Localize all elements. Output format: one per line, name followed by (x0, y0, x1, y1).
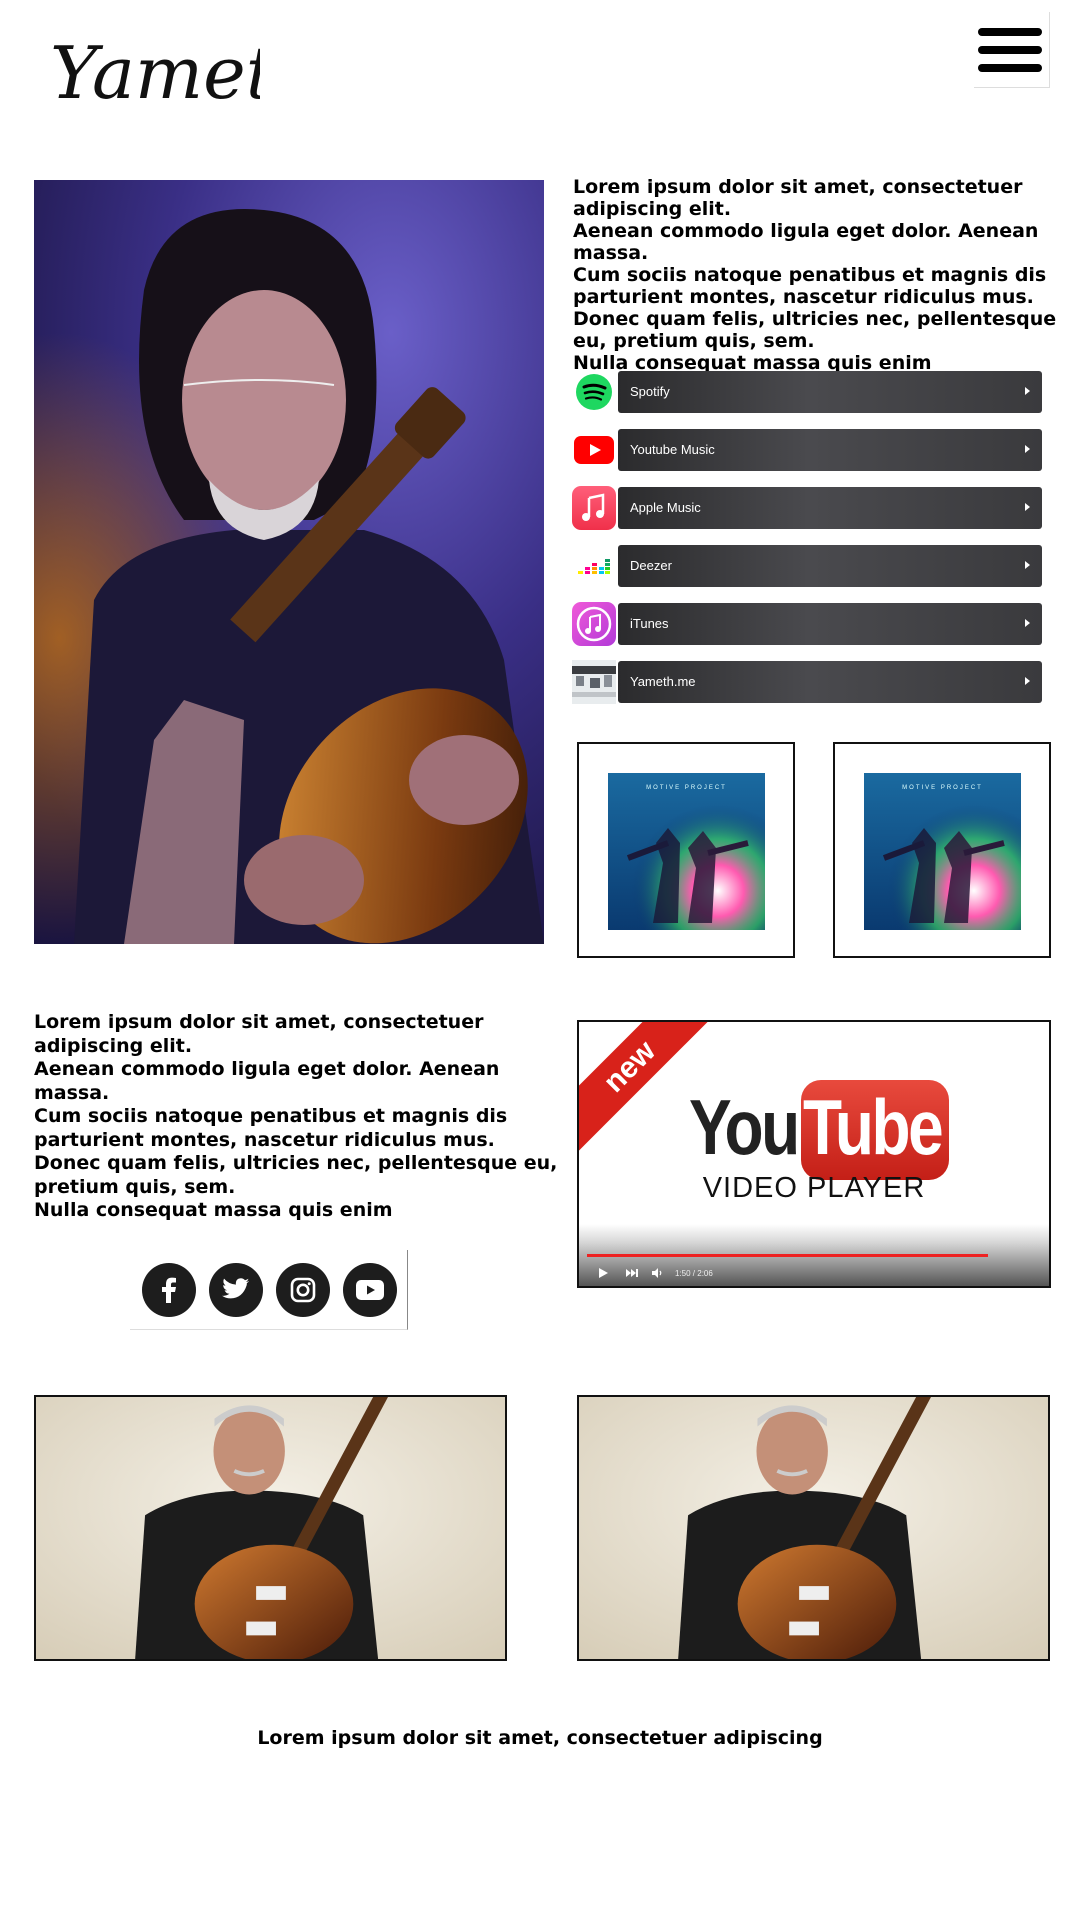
site-logo[interactable]: Yameth (50, 28, 321, 123)
video-progress-bar[interactable] (587, 1254, 988, 1257)
stream-link-youtube-music[interactable]: Youtube Music (572, 428, 1042, 472)
youtube-icon[interactable] (343, 1263, 397, 1317)
artist-photo-guitar (34, 1395, 507, 1661)
stream-label: Deezer (630, 558, 672, 573)
album-card[interactable]: MOTIVE PROJECT (833, 742, 1051, 958)
artist-photo (34, 180, 544, 944)
instagram-icon[interactable] (276, 1263, 330, 1317)
chevron-right-icon (1025, 387, 1030, 395)
video-controls: 1:50 / 2:06 (579, 1224, 1049, 1286)
social-links (130, 1250, 408, 1330)
stream-label: iTunes (630, 616, 669, 631)
deezer-icon (572, 544, 616, 588)
intro-text: Lorem ipsum dolor sit amet, consectetuer… (573, 176, 1057, 374)
itunes-icon (572, 602, 616, 646)
youtube-wordmark-tube-text: Tube (803, 1083, 944, 1171)
album-card[interactable]: MOTIVE PROJECT (577, 742, 795, 958)
next-icon[interactable] (625, 1267, 639, 1279)
chevron-right-icon (1025, 677, 1030, 685)
stream-bar: Yameth.me (618, 661, 1042, 703)
facebook-icon[interactable] (142, 1263, 196, 1317)
stream-link-apple-music[interactable]: Apple Music (572, 486, 1042, 530)
play-icon[interactable] (597, 1267, 609, 1279)
album-cover: MOTIVE PROJECT (864, 773, 1021, 930)
video-player[interactable]: new You Tube VIDEO PLAYER 1:50 / 2:06 (577, 1020, 1051, 1288)
twitter-icon[interactable] (209, 1263, 263, 1317)
chevron-right-icon (1025, 561, 1030, 569)
stream-link-deezer[interactable]: Deezer (572, 544, 1042, 588)
stream-label: Spotify (630, 384, 670, 399)
chevron-right-icon (1025, 445, 1030, 453)
youtube-wordmark-tube: Tube (801, 1080, 949, 1180)
stream-bar: Apple Music (618, 487, 1042, 529)
logo-text: Yameth (50, 31, 260, 115)
stream-bar: Spotify (618, 371, 1042, 413)
volume-icon[interactable] (651, 1267, 663, 1279)
stream-label: Yameth.me (630, 674, 696, 689)
logo-signature: Yameth (50, 31, 321, 115)
stream-link-spotify[interactable]: Spotify (572, 370, 1042, 414)
spotify-icon (572, 370, 616, 414)
stream-bar: iTunes (618, 603, 1042, 645)
footer-text: Lorem ipsum dolor sit amet, consectetuer… (257, 1727, 823, 1749)
album-cover-title: MOTIVE PROJECT (902, 785, 983, 791)
stream-bar: Deezer (618, 545, 1042, 587)
about-text: Lorem ipsum dolor sit amet, consectetuer… (34, 1011, 558, 1221)
artist-photo-guitar (577, 1395, 1050, 1661)
youtube-wordmark-you: You (689, 1083, 800, 1171)
chevron-right-icon (1025, 503, 1030, 511)
video-subtitle: VIDEO PLAYER (702, 1172, 926, 1204)
hamburger-menu-icon[interactable] (974, 12, 1050, 88)
apple-music-icon (572, 486, 616, 530)
stream-link-itunes[interactable]: iTunes (572, 602, 1042, 646)
chevron-right-icon (1025, 619, 1030, 627)
album-cover: MOTIVE PROJECT (608, 773, 765, 930)
stream-link-yameth-me[interactable]: Yameth.me (572, 660, 1042, 704)
stream-bar: Youtube Music (618, 429, 1042, 471)
yameth-site-icon (572, 660, 616, 704)
youtube-music-icon (572, 428, 616, 472)
stream-label: Apple Music (630, 500, 701, 515)
stream-label: Youtube Music (630, 442, 715, 457)
album-cover-title: MOTIVE PROJECT (646, 785, 727, 791)
video-time: 1:50 / 2:06 (675, 1269, 713, 1278)
